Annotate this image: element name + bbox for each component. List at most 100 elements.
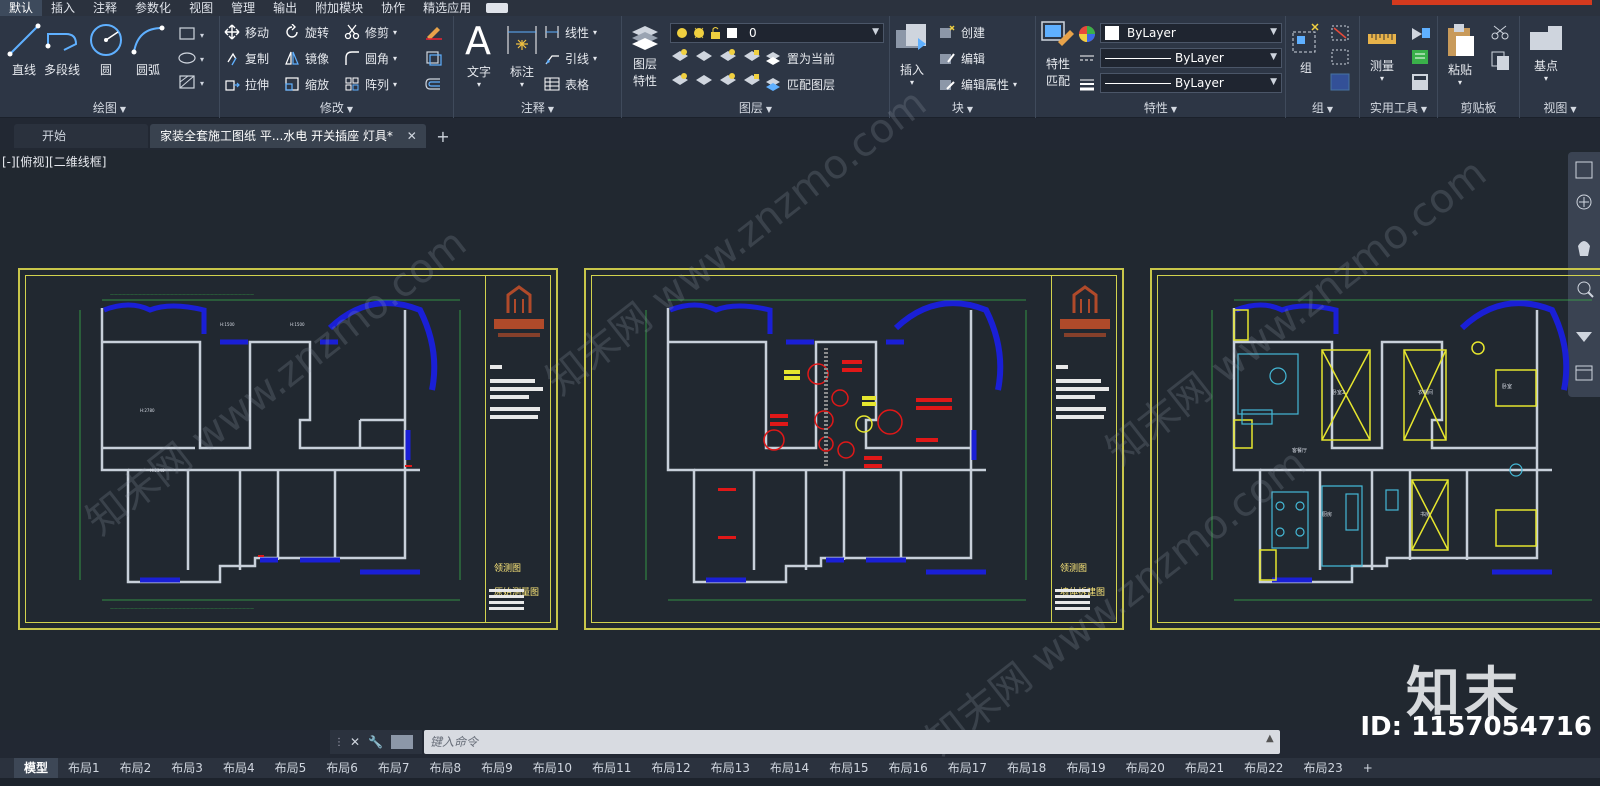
viewport-controls-label[interactable]: [-][俯视][二维线框]: [2, 153, 106, 170]
erase-icon[interactable]: [424, 24, 444, 40]
utility-tool-icons[interactable]: [1408, 24, 1434, 94]
panel-modify-title[interactable]: 修改 ▼: [220, 99, 453, 116]
menu-annotate[interactable]: 注释: [84, 0, 126, 16]
tab-layout-3[interactable]: 布局3: [161, 758, 213, 778]
insert-button[interactable]: 插入 ▾: [894, 20, 930, 87]
menu-view[interactable]: 视图: [180, 0, 222, 16]
fillet-button[interactable]: 圆角 ▾: [344, 48, 397, 68]
tab-layout-6[interactable]: 布局6: [316, 758, 368, 778]
scale-button[interactable]: 缩放: [284, 74, 329, 94]
clipboard-tool-icons[interactable]: [1488, 24, 1514, 74]
tab-layout-2[interactable]: 布局2: [110, 758, 162, 778]
base-view-button[interactable]: 基点 ▾: [1528, 24, 1564, 83]
tab-layout-23[interactable]: 布局23: [1293, 758, 1352, 778]
lineweight-dropdown[interactable]: ByLayer ▼: [1100, 73, 1282, 93]
arc-button[interactable]: 圆弧: [130, 22, 166, 78]
menu-addins[interactable]: 附加模块: [306, 0, 372, 16]
panel-view-title[interactable]: 视图 ▼: [1520, 99, 1600, 116]
menu-default[interactable]: 默认: [0, 0, 43, 16]
property-icons[interactable]: [1078, 24, 1096, 94]
tab-layout-16[interactable]: 布局16: [878, 758, 937, 778]
paste-button[interactable]: 粘贴 ▾: [1444, 22, 1476, 87]
tab-layout-11[interactable]: 布局11: [582, 758, 641, 778]
match-layer-button[interactable]: 匹配图层: [764, 74, 835, 94]
table-button[interactable]: 表格: [544, 74, 589, 94]
layer-dropdown[interactable]: 0 ▼: [670, 23, 884, 43]
add-layout-button[interactable]: +: [1353, 758, 1383, 778]
tab-layout-15[interactable]: 布局15: [819, 758, 878, 778]
draw-extra-tools-icon[interactable]: ▾ ▾ ▾: [178, 24, 214, 96]
tab-layout-7[interactable]: 布局7: [368, 758, 420, 778]
tab-layout-13[interactable]: 布局13: [701, 758, 760, 778]
command-input[interactable]: 键入命令: [424, 732, 1254, 752]
offset-icon[interactable]: [424, 76, 444, 92]
command-history-icon[interactable]: [391, 735, 414, 749]
tab-layout-17[interactable]: 布局17: [938, 758, 997, 778]
mirror-button[interactable]: 镜像: [284, 48, 329, 68]
leader-button[interactable]: 引线 ▾: [544, 48, 597, 68]
linetype-dropdown[interactable]: ByLayer ▼: [1100, 48, 1282, 68]
edit-block-button[interactable]: 编辑: [938, 48, 985, 68]
tab-layout-1[interactable]: 布局1: [58, 758, 110, 778]
polyline-button[interactable]: 多段线: [44, 22, 80, 78]
move-button[interactable]: 移动: [224, 22, 269, 42]
command-expand-icon[interactable]: ▲: [1266, 733, 1274, 744]
copy-button[interactable]: 复制: [224, 48, 269, 68]
panel-groups-title[interactable]: 组 ▼: [1286, 99, 1359, 116]
tab-layout-10[interactable]: 布局10: [523, 758, 582, 778]
group-button[interactable]: 组: [1290, 22, 1322, 76]
drawing-canvas[interactable]: [-][俯视][二维线框] ——————————————————————————…: [0, 80, 1600, 764]
line-button[interactable]: 直线: [6, 22, 42, 78]
set-current-layer-button[interactable]: 置为当前: [764, 48, 835, 68]
menu-collaborate[interactable]: 协作: [372, 0, 414, 16]
panel-layers-title[interactable]: 图层 ▼: [622, 99, 889, 116]
create-block-button[interactable]: 创建: [938, 22, 985, 42]
text-button[interactable]: A 文字 ▾: [462, 20, 496, 89]
array-button[interactable]: 阵列 ▾: [344, 74, 397, 94]
menu-manage[interactable]: 管理: [222, 0, 264, 16]
rotate-button[interactable]: 旋转: [284, 22, 329, 42]
tab-layout-18[interactable]: 布局18: [997, 758, 1056, 778]
tab-layout-14[interactable]: 布局14: [760, 758, 819, 778]
circle-button[interactable]: 圆: [88, 22, 124, 78]
menu-parametric[interactable]: 参数化: [126, 0, 180, 16]
linear-dimension-button[interactable]: 线性 ▾: [544, 22, 597, 42]
tab-layout-4[interactable]: 布局4: [213, 758, 265, 778]
new-tab-button[interactable]: +: [432, 126, 454, 148]
tab-start[interactable]: 开始: [14, 124, 148, 148]
tab-model[interactable]: 模型: [14, 758, 59, 778]
trim-button[interactable]: 修剪 ▾: [344, 22, 397, 42]
tab-layout-20[interactable]: 布局20: [1116, 758, 1175, 778]
layer-tool-icons[interactable]: [670, 48, 766, 96]
color-dropdown[interactable]: ByLayer ▼: [1100, 23, 1282, 43]
close-tab-icon[interactable]: ✕: [407, 129, 417, 143]
panel-utilities-title[interactable]: 实用工具 ▼: [1360, 99, 1437, 116]
copy-objects-icon[interactable]: [424, 50, 444, 66]
layout-sheet-2[interactable]: 领测图 墙体拆建图: [584, 268, 1124, 630]
measure-button[interactable]: 测量 ▾: [1366, 26, 1398, 83]
panel-annotation-title[interactable]: 注释 ▼: [454, 99, 621, 116]
menu-featured-apps[interactable]: 精选应用: [414, 0, 480, 16]
tab-layout-5[interactable]: 布局5: [265, 758, 317, 778]
wrench-icon[interactable]: 🔧: [368, 735, 383, 749]
layer-properties-button[interactable]: 图层 特性: [628, 22, 662, 89]
menu-output[interactable]: 输出: [264, 0, 306, 16]
layout-sheet-1[interactable]: ———————————————————————————————————— ————…: [18, 268, 558, 630]
tab-drawing[interactable]: 家装全套施工图纸 平...水电 开关插座 灯具* ✕: [150, 124, 426, 148]
tab-layout-22[interactable]: 布局22: [1234, 758, 1293, 778]
tab-layout-12[interactable]: 布局12: [641, 758, 700, 778]
grip-icon[interactable]: ⋮: [334, 737, 344, 748]
edit-attributes-button[interactable]: 编辑属性 ▾: [938, 74, 1017, 94]
panel-draw-title[interactable]: 绘图 ▼: [0, 99, 219, 116]
panel-block-title[interactable]: 块 ▼: [890, 99, 1035, 116]
tab-layout-8[interactable]: 布局8: [420, 758, 472, 778]
menu-insert[interactable]: 插入: [42, 0, 84, 16]
group-tool-icons[interactable]: [1328, 24, 1354, 94]
match-properties-button[interactable]: 特性 匹配: [1040, 20, 1076, 89]
ribbon-toggle-icon[interactable]: [486, 3, 509, 13]
dimension-button[interactable]: 标注 ▾: [504, 20, 540, 89]
tab-layout-21[interactable]: 布局21: [1175, 758, 1234, 778]
close-command-icon[interactable]: ✕: [350, 735, 360, 749]
panel-properties-title[interactable]: 特性 ▼: [1036, 99, 1285, 116]
tab-layout-9[interactable]: 布局9: [471, 758, 523, 778]
